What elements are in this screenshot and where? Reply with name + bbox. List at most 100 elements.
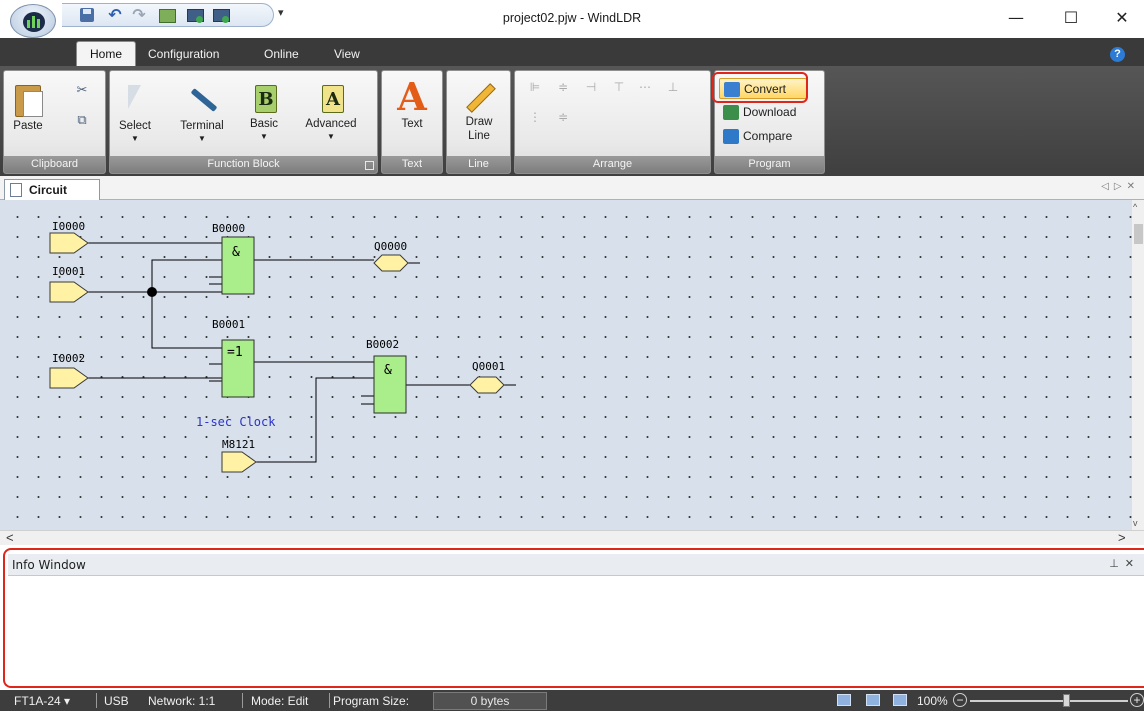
tab-circuit[interactable]: Circuit (4, 179, 100, 201)
input-terminal[interactable]: I0001 (49, 265, 89, 303)
clipboard-group-label: Clipboard (4, 156, 105, 173)
input-terminal[interactable]: I0000 (49, 220, 89, 254)
select-arrow-icon (122, 81, 148, 117)
convert-highlight (712, 72, 808, 103)
help-icon[interactable]: ? (1110, 47, 1125, 62)
terminal-pen-icon (185, 81, 219, 117)
program-group-label: Program (715, 156, 824, 173)
text-a-icon: A (397, 74, 427, 119)
block-op: & (384, 363, 392, 378)
tab-online[interactable]: Online (256, 45, 307, 66)
download-button[interactable]: Download (719, 102, 819, 123)
tab-home[interactable]: Home (76, 41, 136, 66)
scroll-left-icon[interactable]: < (6, 531, 14, 545)
block-tag: B0001 (212, 318, 245, 331)
function-block-diagram: I0000 I0001 I0002 M8121 1-sec Clock B000… (49, 220, 516, 473)
plc-type-selector[interactable]: FT1A-24 ▾ (14, 694, 70, 708)
line-group-label: Line (447, 156, 510, 173)
basic-button[interactable]: B Basic ▼ (244, 81, 284, 141)
program-size-value: 0 bytes (433, 692, 547, 710)
input-label: I0002 (52, 352, 85, 365)
chevron-down-icon: ▼ (260, 132, 268, 141)
tab-view[interactable]: View (326, 45, 368, 66)
line-group: Draw Line Line (446, 70, 511, 174)
maximize-button[interactable]: ☐ (1051, 6, 1091, 30)
ribbon-tab-bar: Home Configuration Online View ? (0, 38, 1144, 66)
function-block[interactable]: B0001 =1 (212, 318, 255, 398)
download-icon (723, 105, 739, 120)
output-terminal[interactable]: Q0000 (373, 240, 409, 272)
chevron-down-icon: ▾ (64, 694, 71, 708)
arrange-group-label: Arrange (515, 156, 710, 173)
paste-icon (15, 81, 43, 117)
chevron-down-icon: ▼ (327, 132, 335, 141)
title-bar: ↶ ↷ ▾ project02.pjw - WindLDR — ☐ ✕ (0, 0, 1144, 38)
arrange-group: ⊫ ≑ ⊣ ⊤ ⋯ ⊥ ⋮ ≑ Arrange (514, 70, 711, 174)
clipboard-group: Paste ✂ ⧉ Clipboard (3, 70, 106, 174)
input-label: M8121 (222, 438, 255, 451)
scroll-down-icon[interactable]: v (1133, 518, 1138, 528)
window-title: project02.pjw - WindLDR (502, 11, 642, 25)
input-terminal[interactable]: I0002 (49, 352, 89, 389)
zoom-out-button[interactable]: − (953, 693, 967, 707)
dialog-launcher-icon[interactable] (365, 161, 374, 170)
compare-button[interactable]: Compare (719, 126, 819, 147)
scroll-up-icon[interactable]: ^ (1133, 202, 1137, 212)
info-window-title: Info Window (12, 558, 86, 572)
vertical-scrollbar[interactable]: ^ v (1132, 200, 1144, 530)
terminal-button[interactable]: Terminal ▼ (172, 81, 232, 143)
zoom-slider-thumb[interactable] (1063, 694, 1070, 707)
scroll-right-icon[interactable]: > (1118, 531, 1126, 545)
chevron-down-icon: ▼ (131, 134, 139, 143)
block-tag: B0002 (366, 338, 399, 351)
function-block[interactable]: B0002 & (366, 338, 407, 414)
distribute-vertical-icon: ≑ (557, 110, 569, 124)
network-status: Network: 1:1 (148, 694, 216, 708)
text-button[interactable]: A Text (392, 74, 432, 131)
minimize-button[interactable]: — (996, 6, 1036, 30)
pencil-icon (464, 79, 494, 113)
compare-icon (723, 129, 739, 144)
output-terminal[interactable]: Q0001 (469, 360, 505, 394)
block-op: =1 (227, 345, 243, 360)
full-view-icon[interactable] (893, 694, 907, 706)
input-terminal[interactable]: M8121 (221, 438, 257, 473)
paste-button[interactable]: Paste (10, 81, 46, 133)
advanced-block-icon: A (318, 81, 344, 115)
program-size-label: Program Size: (333, 694, 410, 708)
close-button[interactable]: ✕ (1102, 6, 1142, 30)
select-button[interactable]: Select ▼ (116, 81, 154, 143)
function-block[interactable]: B0000 & (212, 222, 255, 295)
fit-window-icon[interactable] (866, 694, 880, 706)
align-center-icon: ≑ (557, 80, 569, 94)
wires (88, 242, 516, 463)
input-label: I0001 (52, 265, 85, 278)
block-op: & (232, 245, 240, 260)
tab-configuration[interactable]: Configuration (140, 45, 227, 66)
document-icon (10, 183, 22, 197)
document-tab-strip: Circuit ◁▷✕ (0, 176, 1144, 201)
status-bar: FT1A-24 ▾ USB Network: 1:1 Mode: Edit Pr… (0, 690, 1144, 711)
input-label: I0000 (52, 220, 85, 233)
output-label: Q0000 (374, 240, 407, 253)
zoom-in-button[interactable]: + (1130, 693, 1144, 707)
info-window-controls[interactable]: ⊥✕ (1109, 557, 1140, 570)
junction-dot (147, 287, 157, 297)
cut-icon[interactable]: ✂ (74, 83, 90, 97)
zoom-slider[interactable] (970, 700, 1128, 702)
horizontal-scrollbar[interactable]: < > (0, 530, 1144, 545)
info-window-header: Info Window ⊥✕ (8, 554, 1144, 576)
advanced-button[interactable]: A Advanced ▼ (300, 81, 362, 141)
grid-icon[interactable] (837, 694, 851, 706)
copy-icon[interactable]: ⧉ (74, 113, 90, 127)
circuit-editor[interactable]: I0000 I0001 I0002 M8121 1-sec Clock B000… (0, 200, 1144, 530)
distribute-horizontal-icon: ⋮ (529, 110, 541, 124)
document-tab-controls[interactable]: ◁▷✕ (1101, 181, 1140, 192)
draw-line-button[interactable]: Draw Line (457, 79, 501, 143)
align-middle-icon: ⋯ (639, 80, 651, 94)
align-left-icon: ⊫ (529, 80, 541, 94)
vertical-scroll-thumb[interactable] (1134, 224, 1143, 244)
output-label: Q0001 (472, 360, 505, 373)
chevron-down-icon: ▼ (198, 134, 206, 143)
mode-status: Mode: Edit (251, 694, 309, 708)
